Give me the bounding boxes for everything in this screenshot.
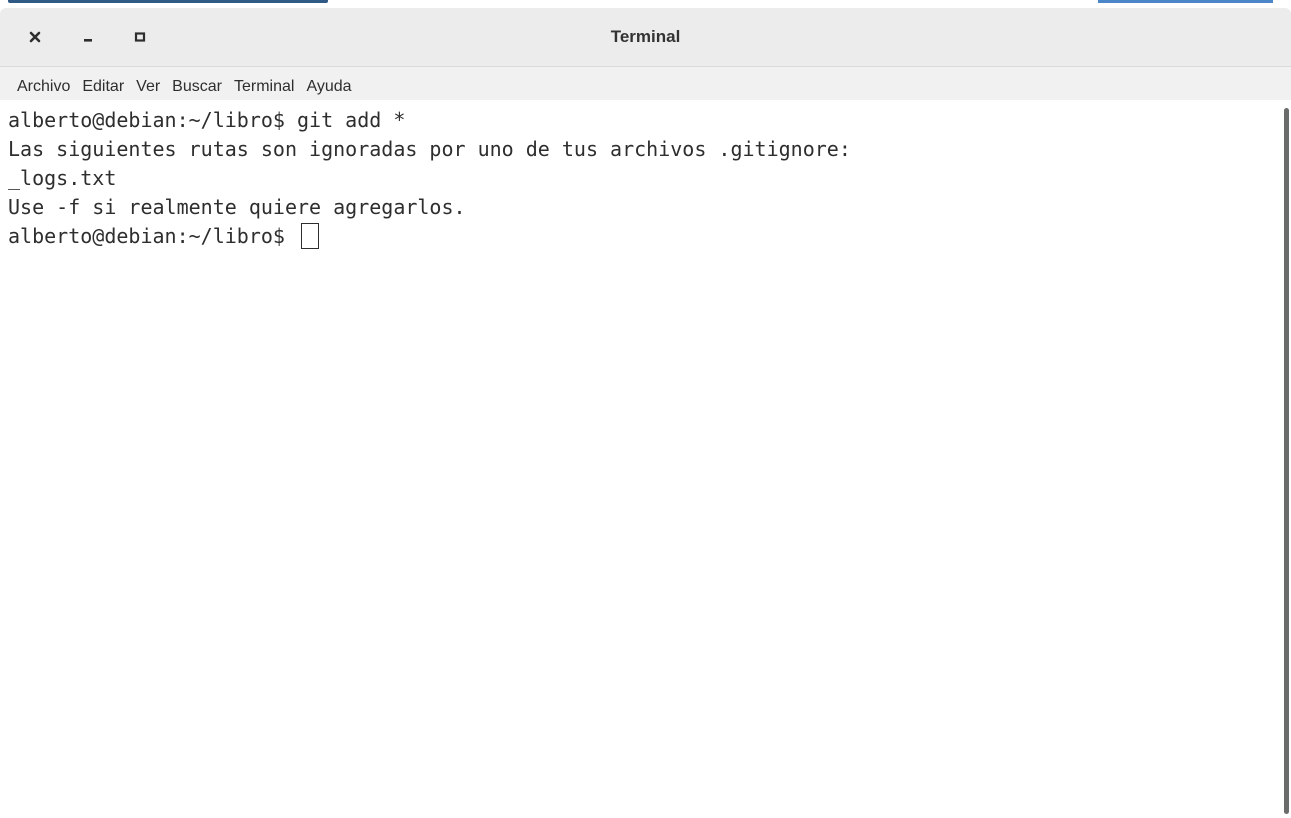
terminal-line: _logs.txt (8, 166, 117, 190)
desktop-panel-segment (8, 0, 328, 3)
terminal-line: Las siguientes rutas son ignoradas por u… (8, 137, 851, 161)
terminal-line: alberto@debian:~/libro$ git add * (8, 108, 406, 132)
vertical-scrollbar[interactable] (1281, 100, 1291, 818)
menu-editar[interactable]: Editar (76, 74, 130, 100)
terminal-line: Use -f si realmente quiere agregarlos. (8, 195, 466, 219)
terminal-prompt-line: alberto@debian:~/libro$ (8, 222, 1281, 251)
menu-buscar[interactable]: Buscar (166, 74, 228, 100)
minimize-icon (84, 39, 92, 42)
minimize-button[interactable] (76, 25, 100, 49)
scrollbar-thumb[interactable] (1284, 108, 1289, 814)
maximize-button[interactable] (128, 25, 152, 49)
maximize-icon (134, 32, 146, 42)
terminal-output[interactable]: alberto@debian:~/libro$ git add * Las si… (0, 100, 1281, 810)
title-bar: Terminal (0, 8, 1291, 67)
desktop-background-strip (0, 0, 1291, 8)
close-icon (29, 31, 41, 43)
close-button[interactable] (23, 25, 47, 49)
text-cursor (300, 223, 319, 249)
desktop-panel-segment (1098, 0, 1273, 3)
menu-archivo[interactable]: Archivo (11, 74, 76, 100)
terminal-prompt: alberto@debian:~/libro$ (8, 224, 297, 248)
menu-terminal[interactable]: Terminal (228, 74, 300, 100)
menu-ver[interactable]: Ver (130, 74, 166, 100)
window-title: Terminal (610, 27, 681, 46)
menu-ayuda[interactable]: Ayuda (300, 74, 357, 100)
